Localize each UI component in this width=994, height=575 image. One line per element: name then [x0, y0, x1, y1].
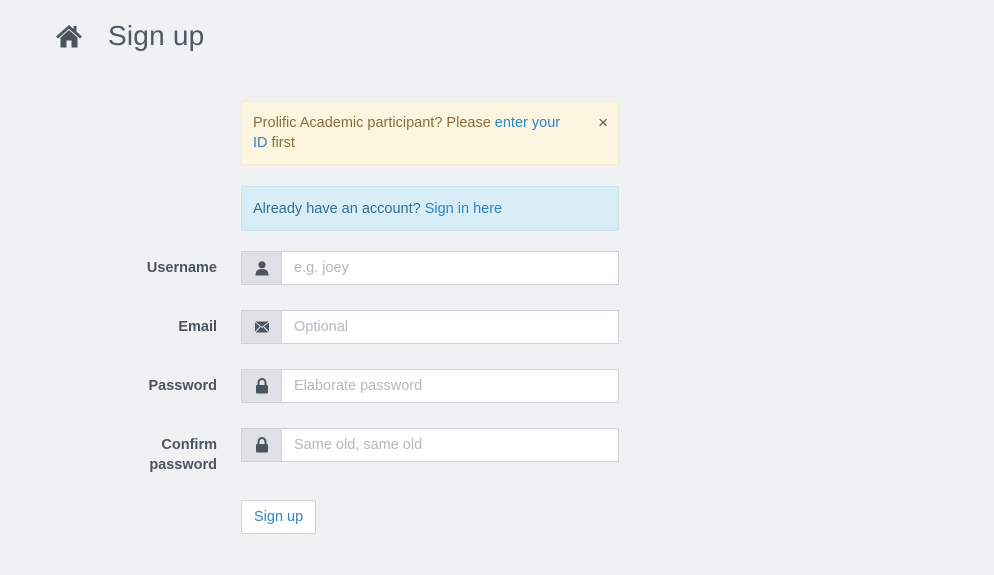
password-row: Password [0, 369, 994, 403]
confirm-label-line2: password [149, 457, 217, 473]
confirm-password-input[interactable] [281, 428, 619, 462]
account-alert: Already have an account? Sign in here [241, 186, 619, 231]
envelope-icon [241, 310, 281, 344]
lock-icon [241, 369, 281, 403]
email-input[interactable] [281, 310, 619, 344]
email-row: Email [0, 310, 994, 344]
page-title: Sign up [108, 20, 205, 51]
confirm-label-line1: Confirm [161, 437, 217, 453]
signup-form: Prolific Academic participant? Please en… [241, 101, 619, 231]
email-label: Email [178, 319, 217, 335]
password-label: Password [148, 378, 218, 394]
username-row: Username [0, 251, 994, 285]
username-input[interactable] [281, 251, 619, 285]
sign-in-link[interactable]: Sign in here [425, 201, 502, 217]
confirm-password-input-group [241, 428, 619, 462]
username-label: Username [146, 260, 217, 276]
home-icon[interactable] [55, 23, 83, 49]
prolific-alert: Prolific Academic participant? Please en… [241, 101, 619, 165]
close-icon[interactable]: × [598, 113, 608, 133]
lock-icon [241, 428, 281, 462]
sign-up-button[interactable]: Sign up [241, 500, 317, 534]
account-alert-text: Already have an account? [253, 201, 425, 217]
prolific-alert-text: Prolific Academic participant? Please [253, 115, 495, 131]
user-icon [241, 251, 281, 285]
confirm-password-row: Confirm password [0, 428, 994, 473]
page-header: Sign up [55, 14, 204, 58]
confirm-password-label: Confirm password [97, 435, 217, 475]
email-input-group [241, 310, 619, 344]
prolific-alert-text-after: first [267, 135, 295, 151]
password-input[interactable] [281, 369, 619, 403]
username-input-group [241, 251, 619, 285]
password-input-group [241, 369, 619, 403]
